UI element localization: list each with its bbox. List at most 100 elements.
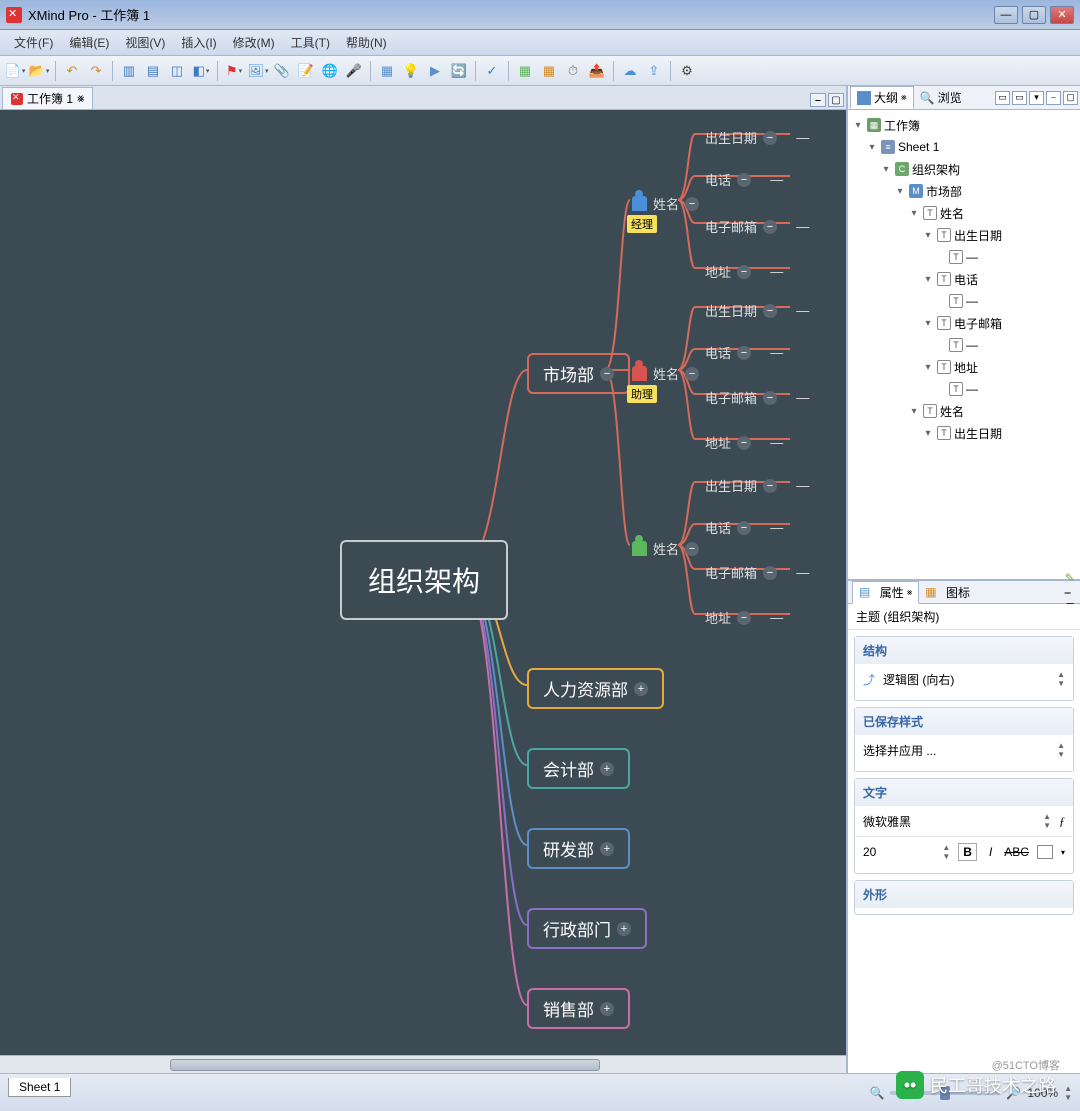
props-min[interactable]: ⎯ [1065, 585, 1076, 600]
field-dob-1[interactable]: 出生日期 − — [695, 124, 819, 151]
branch-market[interactable]: 市场部 − [527, 353, 630, 394]
tree-name2[interactable]: ▾T姓名 [848, 400, 1080, 422]
scrollbar-thumb[interactable] [170, 1059, 600, 1071]
settings-button[interactable]: ⚙ [676, 60, 698, 82]
field-phone-2[interactable]: 电话 − — [695, 339, 793, 366]
collapse-icon[interactable]: − [737, 265, 751, 279]
zoom-slider[interactable] [890, 1091, 1000, 1095]
link-button[interactable]: 🌐 [319, 60, 341, 82]
outline-tree[interactable]: ▾▦工作簿 ▾≡Sheet 1 ▾C组织架构 ▾M市场部 ▾T姓名 ▾T出生日期… [848, 110, 1080, 580]
collapse-icon[interactable]: − [763, 131, 777, 145]
field-addr-3[interactable]: 地址 − — [695, 604, 793, 631]
tab-icons[interactable]: ▦ 图标 [919, 582, 976, 603]
tag-manager[interactable]: 经理 [627, 215, 657, 233]
panel-max[interactable]: ▢ [1063, 91, 1078, 105]
tree-workbook[interactable]: ▾▦工作簿 [848, 114, 1080, 136]
branch-sales[interactable]: 销售部 + [527, 988, 630, 1029]
menu-insert[interactable]: 插入(I) [173, 31, 224, 54]
tree-root[interactable]: ▾C组织架构 [848, 158, 1080, 180]
collapse-icon[interactable]: − [737, 436, 751, 450]
font-script-button[interactable]: ƒ [1059, 814, 1065, 829]
tree-phone1v[interactable]: T— [848, 290, 1080, 312]
section-header[interactable]: 结构 [855, 637, 1073, 664]
zoom-in-icon[interactable]: 🔎 [1006, 1086, 1021, 1100]
field-dob-3[interactable]: 出生日期 − — [695, 472, 819, 499]
panel-btn1[interactable]: ▭ [995, 91, 1010, 105]
collapse-icon[interactable]: − [763, 566, 777, 580]
cloud-button[interactable]: ☁ [619, 60, 641, 82]
theme-button[interactable]: ▦ [376, 60, 398, 82]
tree-market[interactable]: ▾M市场部 [848, 180, 1080, 202]
boundary-button[interactable]: ◧▾ [190, 60, 212, 82]
menu-edit[interactable]: 编辑(E) [61, 31, 117, 54]
expand-icon[interactable]: + [600, 762, 614, 776]
italic-button[interactable]: I [985, 844, 996, 860]
note-button[interactable]: 📝 [295, 60, 317, 82]
branch-accounting[interactable]: 会计部 + [527, 748, 630, 789]
undo-button[interactable]: ↶ [61, 60, 83, 82]
branch-admin[interactable]: 行政部门 + [527, 908, 647, 949]
tree-sheet[interactable]: ▾≡Sheet 1 [848, 136, 1080, 158]
collapse-icon[interactable]: − [763, 220, 777, 234]
image-button[interactable]: 🖼▾ [247, 60, 269, 82]
timer-button[interactable]: ⏱ [562, 60, 584, 82]
mindmap-canvas[interactable]: 组织架构 市场部 − 姓名 − 经理 出生日期 − — 电话 − — 电子邮箱 … [0, 110, 846, 1055]
collapse-icon[interactable]: − [685, 197, 699, 211]
task-button[interactable]: ✓ [481, 60, 503, 82]
attach-button[interactable]: 📎 [271, 60, 293, 82]
panel-btn2[interactable]: ▭ [1012, 91, 1027, 105]
topic-selector[interactable]: 主题 (组织架构) [848, 604, 1080, 630]
grid2-button[interactable]: ▦ [538, 60, 560, 82]
strike-button[interactable]: ABC [1004, 845, 1029, 859]
struct-spinner[interactable]: ▲▼ [1057, 670, 1065, 688]
collapse-icon[interactable]: − [685, 542, 699, 556]
section-header[interactable]: 已保存样式 [855, 708, 1073, 735]
tree-dob1[interactable]: ▾T出生日期 [848, 224, 1080, 246]
field-addr-1[interactable]: 地址 − — [695, 258, 793, 285]
editor-tab[interactable]: 工作簿 1 ⨳ [2, 87, 93, 109]
panel-menu[interactable]: ▾ [1029, 91, 1044, 105]
section-header[interactable]: 外形 [855, 881, 1073, 908]
font-selector[interactable]: 微软雅黑 [863, 813, 911, 830]
present-button[interactable]: ▶ [424, 60, 446, 82]
zoom-thumb[interactable] [940, 1086, 950, 1100]
menu-modify[interactable]: 修改(M) [225, 31, 283, 54]
root-topic[interactable]: 组织架构 [340, 540, 508, 620]
branch-rd[interactable]: 研发部 + [527, 828, 630, 869]
tag-assistant[interactable]: 助理 [627, 385, 657, 403]
close-button[interactable]: ✕ [1050, 6, 1074, 24]
collapse-icon[interactable]: − [685, 367, 699, 381]
tab-browse[interactable]: 🔍浏览 [914, 87, 968, 108]
gantt-button[interactable]: 🔄 [448, 60, 470, 82]
tree-dob1v[interactable]: T— [848, 246, 1080, 268]
collapse-icon[interactable]: − [737, 611, 751, 625]
style-spinner[interactable]: ▲▼ [1057, 741, 1065, 759]
redo-button[interactable]: ↷ [85, 60, 107, 82]
expand-icon[interactable]: + [600, 842, 614, 856]
tree-addr1[interactable]: ▾T地址 [848, 356, 1080, 378]
upload-button[interactable]: ⇪ [643, 60, 665, 82]
topic-name-1[interactable]: 姓名 − [622, 190, 709, 217]
zoom-value[interactable]: 100% [1027, 1086, 1058, 1100]
menu-tools[interactable]: 工具(T) [283, 31, 338, 54]
props-btn1[interactable]: ✎ [1065, 571, 1076, 585]
minimize-view-button[interactable]: ⎯ [810, 93, 826, 107]
field-email-1[interactable]: 电子邮箱 − — [695, 213, 819, 240]
field-addr-2[interactable]: 地址 − — [695, 429, 793, 456]
export-button[interactable]: 📤 [586, 60, 608, 82]
horizontal-scrollbar[interactable] [0, 1055, 846, 1073]
font-size[interactable]: 20 [863, 845, 876, 859]
section-header[interactable]: 文字 [855, 779, 1073, 806]
field-email-2[interactable]: 电子邮箱 − — [695, 384, 819, 411]
struct-value[interactable]: 逻辑图 (向右) [883, 671, 954, 688]
open-button[interactable]: 📂▾ [28, 60, 50, 82]
branch-hr[interactable]: 人力资源部 + [527, 668, 664, 709]
tree-name1[interactable]: ▾T姓名 [848, 202, 1080, 224]
summary-button[interactable]: ◫ [166, 60, 188, 82]
new-button[interactable]: 📄▾ [4, 60, 26, 82]
menu-view[interactable]: 视图(V) [117, 31, 173, 54]
collapse-icon[interactable]: − [763, 391, 777, 405]
brainstorm-button[interactable]: 💡 [400, 60, 422, 82]
minimize-button[interactable]: — [994, 6, 1018, 24]
tab-props[interactable]: ▤ 属性 ⨳ [852, 581, 919, 604]
